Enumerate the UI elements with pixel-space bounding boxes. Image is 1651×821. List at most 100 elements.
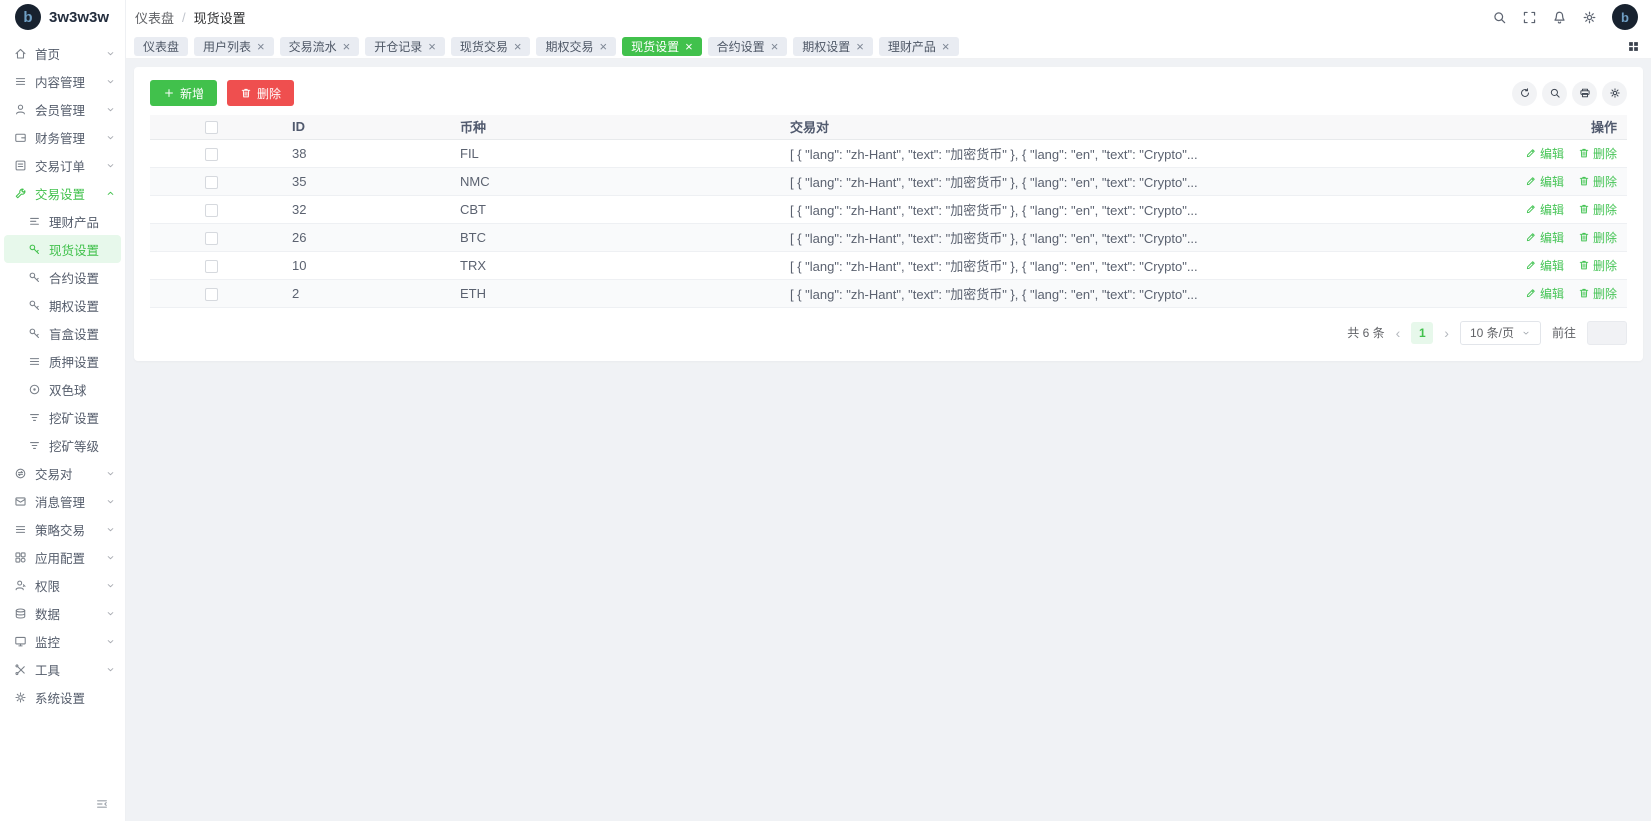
row-edit-button[interactable]: 编辑	[1525, 285, 1564, 302]
tab-option-settings[interactable]: 期权设置×	[793, 37, 873, 56]
sidebar-item-app-config[interactable]: 应用配置	[0, 543, 125, 571]
sidebar-item-trade-settings[interactable]: 交易设置	[0, 179, 125, 207]
sidebar-item-wealth-products[interactable]: 理财产品	[0, 207, 125, 235]
table-toolbar-icons	[1512, 81, 1627, 106]
sidebar-item-mining-settings[interactable]: 挖矿设置	[0, 403, 125, 431]
close-icon[interactable]: ×	[514, 39, 522, 54]
row-checkbox[interactable]	[205, 260, 218, 273]
cell-coin: FIL	[443, 139, 773, 167]
page-number-button[interactable]: 1	[1411, 322, 1433, 344]
print-button[interactable]	[1572, 81, 1597, 106]
search-icon[interactable]	[1492, 10, 1507, 25]
tab-contract-settings[interactable]: 合约设置×	[708, 37, 788, 56]
delete-label: 删除	[1593, 229, 1617, 246]
row-edit-button[interactable]: 编辑	[1525, 173, 1564, 190]
close-icon[interactable]: ×	[599, 39, 607, 54]
sidebar-item-home[interactable]: 首页	[0, 39, 125, 67]
row-edit-button[interactable]: 编辑	[1525, 201, 1564, 218]
sidebar-item-strategy-trade[interactable]: 策略交易	[0, 515, 125, 543]
tab-dashboard[interactable]: 仪表盘	[134, 37, 188, 56]
tab-options-icon[interactable]	[1627, 40, 1640, 53]
cell-id: 2	[275, 279, 443, 307]
delete-button[interactable]: 删除	[227, 80, 294, 106]
tab-trade-flow[interactable]: 交易流水 ×	[280, 37, 360, 56]
close-icon[interactable]: ×	[428, 39, 436, 54]
sidebar-item-spot-settings[interactable]: 现货设置	[4, 235, 121, 263]
select-all-checkbox[interactable]	[205, 121, 218, 134]
sidebar-item-label: 期权设置	[49, 296, 116, 315]
page-size-select[interactable]: 10 条/页	[1460, 321, 1541, 345]
sidebar-collapse-icon[interactable]	[95, 797, 109, 811]
prev-page-button[interactable]: ‹	[1396, 325, 1401, 341]
tab-user-list[interactable]: 用户列表×	[194, 37, 274, 56]
card-toolbar: 新增 删除	[150, 80, 1627, 106]
row-delete-button[interactable]: 删除	[1578, 285, 1617, 302]
close-icon[interactable]: ×	[856, 39, 864, 54]
chevron-down-icon	[105, 552, 116, 563]
sidebar-item-content-mgmt[interactable]: 内容管理	[0, 67, 125, 95]
row-delete-button[interactable]: 删除	[1578, 145, 1617, 162]
row-checkbox[interactable]	[205, 176, 218, 189]
refresh-button[interactable]	[1512, 81, 1537, 106]
row-delete-button[interactable]: 删除	[1578, 229, 1617, 246]
row-delete-button[interactable]: 删除	[1578, 201, 1617, 218]
add-button-label: 新增	[180, 85, 204, 102]
sidebar-item-contract-settings[interactable]: 合约设置	[0, 263, 125, 291]
pair-icon	[14, 467, 27, 480]
sidebar-item-trade-pairs[interactable]: 交易对	[0, 459, 125, 487]
sidebar-item-mining-levels[interactable]: 挖矿等级	[0, 431, 125, 459]
row-checkbox[interactable]	[205, 232, 218, 245]
sidebar-item-message-mgmt[interactable]: 消息管理	[0, 487, 125, 515]
sidebar-item-finance-mgmt[interactable]: 财务管理	[0, 123, 125, 151]
tab-wealth-products[interactable]: 理财产品×	[879, 37, 959, 56]
sidebar-item-blindbox-settings[interactable]: 盲盒设置	[0, 319, 125, 347]
tab-spot-trade[interactable]: 现货交易×	[451, 37, 531, 56]
tab-label: 开仓记录	[374, 38, 422, 55]
close-icon[interactable]: ×	[771, 39, 779, 54]
row-checkbox[interactable]	[205, 288, 218, 301]
tab-label: 交易流水	[289, 38, 337, 55]
fullscreen-icon[interactable]	[1522, 10, 1537, 25]
row-edit-button[interactable]: 编辑	[1525, 229, 1564, 246]
sidebar-item-system-settings[interactable]: 系统设置	[0, 683, 125, 711]
edit-icon	[1525, 175, 1537, 187]
tab-option-trade[interactable]: 期权交易×	[536, 37, 616, 56]
sidebar-item-trade-orders[interactable]: 交易订单	[0, 151, 125, 179]
next-page-button[interactable]: ›	[1444, 325, 1449, 341]
sidebar-item-lottery[interactable]: 双色球	[0, 375, 125, 403]
row-delete-button[interactable]: 删除	[1578, 257, 1617, 274]
close-icon[interactable]: ×	[942, 39, 950, 54]
row-edit-button[interactable]: 编辑	[1525, 257, 1564, 274]
chevron-down-icon	[105, 608, 116, 619]
tab-spot-settings[interactable]: 现货设置×	[622, 37, 702, 56]
avatar[interactable]: b	[1612, 4, 1638, 30]
row-checkbox[interactable]	[205, 148, 218, 161]
close-icon[interactable]: ×	[343, 39, 351, 54]
gear-icon[interactable]	[1582, 10, 1597, 25]
breadcrumb-item-dashboard[interactable]: 仪表盘	[135, 8, 174, 27]
goto-page-input[interactable]	[1587, 321, 1627, 345]
chevron-down-icon	[105, 76, 116, 87]
sidebar-item-monitor[interactable]: 监控	[0, 627, 125, 655]
brand[interactable]: b 3w3w3w	[0, 0, 125, 34]
sidebar-item-label: 系统设置	[35, 688, 116, 707]
sidebar-item-pledge-settings[interactable]: 质押设置	[0, 347, 125, 375]
goto-label: 前往	[1552, 324, 1576, 341]
row-edit-button[interactable]: 编辑	[1525, 145, 1564, 162]
row-checkbox[interactable]	[205, 204, 218, 217]
column-settings-button[interactable]	[1602, 81, 1627, 106]
sidebar-item-label: 挖矿等级	[49, 436, 116, 455]
bell-icon[interactable]	[1552, 10, 1567, 25]
row-delete-button[interactable]: 删除	[1578, 173, 1617, 190]
sidebar-item-option-settings[interactable]: 期权设置	[0, 291, 125, 319]
add-button[interactable]: 新增	[150, 80, 217, 106]
sidebar-item-data[interactable]: 数据	[0, 599, 125, 627]
sidebar-item-member-mgmt[interactable]: 会员管理	[0, 95, 125, 123]
close-icon[interactable]: ×	[257, 39, 265, 54]
sidebar-item-permissions[interactable]: 权限	[0, 571, 125, 599]
sidebar-item-tools[interactable]: 工具	[0, 655, 125, 683]
search-toggle-button[interactable]	[1542, 81, 1567, 106]
tab-open-records[interactable]: 开仓记录 ×	[365, 37, 445, 56]
edit-icon	[1525, 147, 1537, 159]
close-icon[interactable]: ×	[685, 39, 693, 54]
